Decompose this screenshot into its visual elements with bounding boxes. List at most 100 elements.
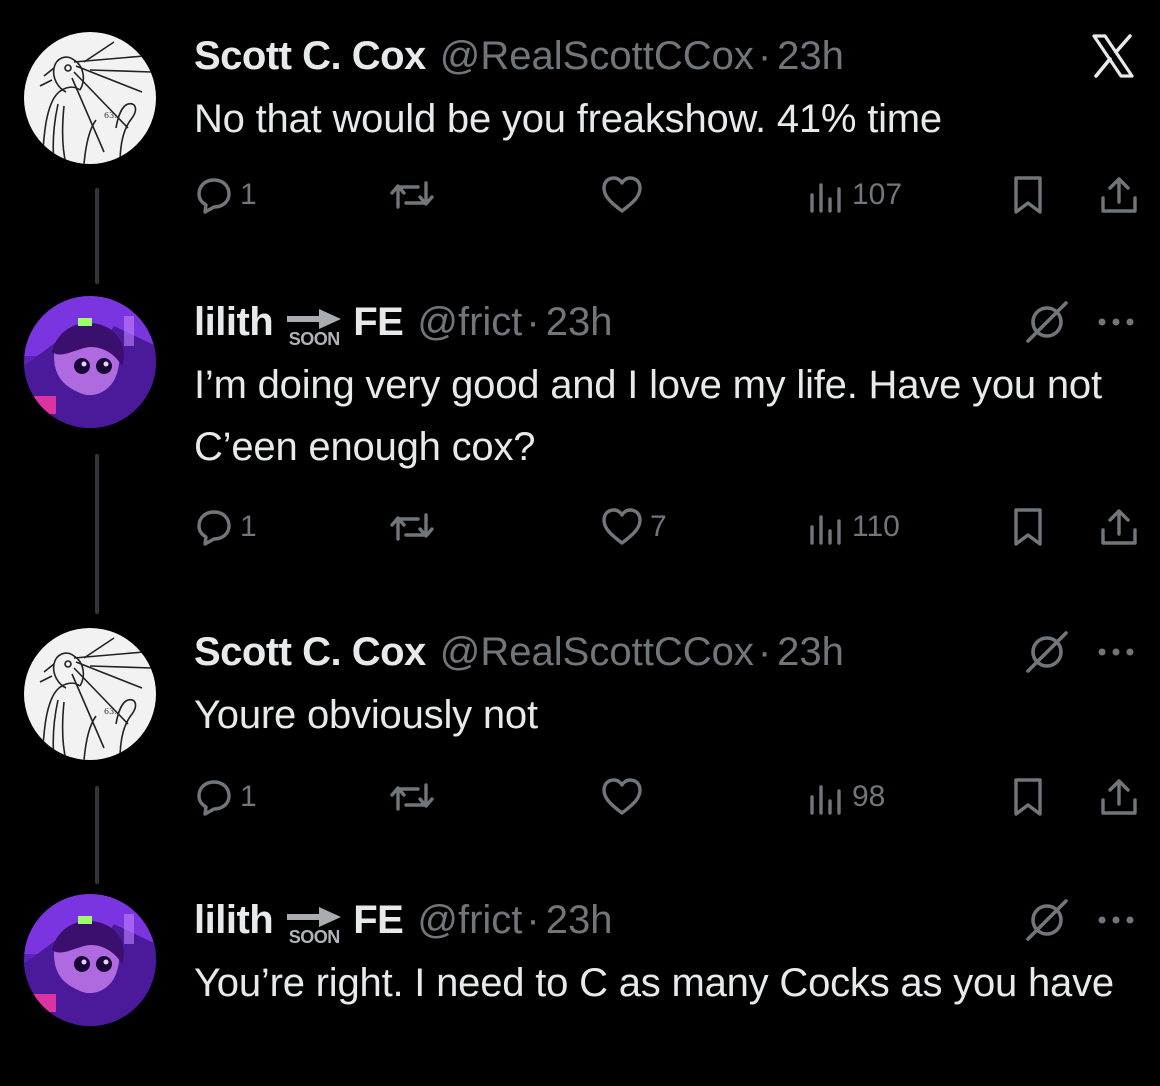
more-options-icon[interactable] bbox=[1096, 316, 1136, 328]
views-button[interactable]: 107 bbox=[806, 170, 902, 220]
timestamp[interactable]: 23h bbox=[546, 300, 613, 345]
avatar-scott[interactable]: 63. bbox=[24, 628, 156, 760]
tweet-text: No that would be you freakshow. 41% time bbox=[194, 97, 942, 141]
views-icon bbox=[810, 785, 841, 815]
share-button[interactable] bbox=[1098, 170, 1140, 220]
heart-icon bbox=[602, 778, 642, 815]
arrow-right-icon bbox=[287, 907, 342, 927]
author-name[interactable]: lilith bbox=[194, 300, 274, 345]
bookmark-button[interactable] bbox=[1008, 772, 1048, 822]
more-options-icon[interactable] bbox=[1096, 646, 1136, 658]
views-count: 110 bbox=[852, 510, 900, 543]
share-button[interactable] bbox=[1098, 772, 1140, 822]
bookmark-icon bbox=[1014, 508, 1042, 546]
like-button[interactable] bbox=[600, 170, 650, 220]
reply-icon bbox=[197, 178, 231, 214]
repost-button[interactable] bbox=[390, 502, 434, 552]
muted-icon[interactable] bbox=[1020, 893, 1074, 947]
author-name-suffix[interactable]: FE bbox=[353, 300, 404, 345]
more-options-icon[interactable] bbox=[1096, 914, 1136, 926]
bookmark-icon bbox=[1014, 176, 1042, 214]
svg-text:63.: 63. bbox=[104, 111, 117, 120]
repost-icon bbox=[390, 783, 434, 811]
share-button[interactable] bbox=[1098, 502, 1140, 552]
views-icon bbox=[810, 515, 841, 545]
share-icon bbox=[1101, 177, 1137, 213]
author-name[interactable]: Scott C. Cox bbox=[194, 34, 426, 79]
like-button[interactable]: 7 bbox=[600, 502, 667, 552]
author-name-suffix[interactable]: FE bbox=[353, 898, 404, 943]
tweet-actions: 1 107 bbox=[194, 170, 1144, 220]
sketch-avatar-icon: 63. bbox=[24, 628, 156, 760]
like-button[interactable] bbox=[600, 772, 650, 822]
reply-button[interactable]: 1 bbox=[194, 772, 257, 822]
reply-icon bbox=[197, 510, 231, 546]
tweet-text: I’m doing very good and I love my life. … bbox=[194, 363, 1102, 469]
views-count: 98 bbox=[852, 780, 886, 813]
views-icon bbox=[810, 183, 841, 213]
bookmark-button[interactable] bbox=[1008, 502, 1048, 552]
views-count: 107 bbox=[852, 178, 903, 211]
share-icon bbox=[1101, 509, 1137, 545]
reply-count: 1 bbox=[240, 510, 257, 543]
svg-text:63.: 63. bbox=[104, 707, 117, 716]
separator-dot: · bbox=[526, 299, 540, 344]
anime-avatar-icon bbox=[24, 296, 156, 428]
tweet-top-right bbox=[1020, 890, 1136, 950]
author-handle[interactable]: @RealScottCCox bbox=[440, 34, 754, 79]
repost-button[interactable] bbox=[390, 170, 434, 220]
separator-dot: · bbox=[526, 897, 540, 942]
tweet-actions: 1 7 110 bbox=[194, 502, 1144, 552]
share-icon bbox=[1101, 779, 1137, 815]
anime-avatar-icon bbox=[24, 894, 156, 1026]
avatar-lilith[interactable] bbox=[24, 296, 156, 428]
author-handle[interactable]: @RealScottCCox bbox=[440, 630, 754, 675]
author-name[interactable]: lilith bbox=[194, 898, 274, 943]
muted-icon[interactable] bbox=[1020, 625, 1074, 679]
avatar-scott[interactable]: 63. bbox=[24, 32, 156, 164]
soon-label: SOON bbox=[288, 927, 341, 947]
tweet-text: You’re right. I need to C as many Cocks … bbox=[194, 961, 1114, 1005]
author-name[interactable]: Scott C. Cox bbox=[194, 630, 426, 675]
reply-button[interactable]: 1 bbox=[194, 502, 257, 552]
reply-button[interactable]: 1 bbox=[194, 170, 257, 220]
thread-line bbox=[95, 188, 99, 284]
separator-dot: · bbox=[757, 629, 772, 674]
tweet-top-right bbox=[1020, 292, 1136, 352]
avatar-lilith[interactable] bbox=[24, 894, 156, 1026]
views-button[interactable]: 98 bbox=[806, 772, 885, 822]
timestamp[interactable]: 23h bbox=[777, 630, 844, 675]
muted-icon[interactable] bbox=[1020, 295, 1074, 349]
soon-arrow-badge: SOON bbox=[285, 308, 343, 348]
bookmark-button[interactable] bbox=[1008, 170, 1048, 220]
repost-button[interactable] bbox=[390, 772, 434, 822]
tweet-actions: 1 98 bbox=[194, 772, 1144, 822]
bookmark-icon bbox=[1014, 778, 1042, 816]
timestamp[interactable]: 23h bbox=[546, 898, 613, 943]
tweet-text: Youre obviously not bbox=[194, 693, 538, 737]
tweet-top-right bbox=[1020, 622, 1136, 682]
tweet-header: lilith SOON FE @frict · 23h bbox=[194, 292, 612, 352]
x-logo-icon[interactable] bbox=[1090, 26, 1136, 86]
thread-line bbox=[95, 454, 99, 614]
soon-label: SOON bbox=[288, 329, 341, 349]
author-handle[interactable]: @frict bbox=[417, 898, 522, 943]
author-handle[interactable]: @frict bbox=[417, 300, 522, 345]
reply-count: 1 bbox=[240, 178, 257, 211]
tweet-header: lilith SOON FE @frict · 23h bbox=[194, 890, 612, 950]
sketch-avatar-icon: 63. bbox=[24, 32, 156, 164]
tweet-header: Scott C. Cox @RealScottCCox · 23h bbox=[194, 26, 844, 86]
separator-dot: · bbox=[757, 33, 772, 78]
timestamp[interactable]: 23h bbox=[777, 34, 844, 79]
soon-arrow-badge: SOON bbox=[285, 906, 343, 946]
like-count: 7 bbox=[650, 510, 667, 543]
reply-count: 1 bbox=[240, 780, 257, 813]
views-button[interactable]: 110 bbox=[806, 502, 900, 552]
repost-icon bbox=[390, 513, 434, 541]
heart-icon bbox=[602, 508, 642, 545]
arrow-right-icon bbox=[287, 309, 342, 329]
heart-icon bbox=[602, 176, 642, 213]
repost-icon bbox=[390, 181, 434, 209]
tweet-header: Scott C. Cox @RealScottCCox · 23h bbox=[194, 622, 844, 682]
reply-icon bbox=[197, 780, 231, 816]
